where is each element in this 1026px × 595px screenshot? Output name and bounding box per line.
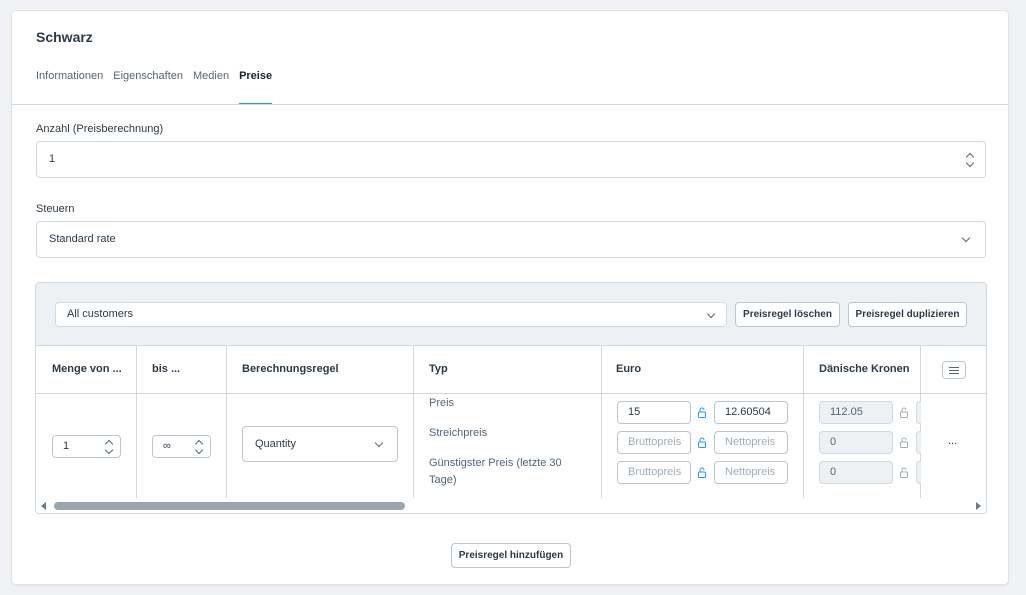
header-quantity-from[interactable]: Menge von ...: [52, 363, 122, 375]
header-euro[interactable]: Euro: [616, 363, 641, 375]
quantity-from-stepper[interactable]: 1: [52, 435, 121, 458]
rule-select-value: All customers: [67, 308, 134, 320]
stepper-arrows-icon[interactable]: [194, 438, 204, 456]
header-calc-rule[interactable]: Berechnungsregel: [242, 363, 339, 375]
more-actions-icon[interactable]: ...: [948, 435, 957, 447]
grid-header-row: Menge von ... bis ... Berechnungsregel T…: [36, 346, 986, 394]
lock-icon[interactable]: [698, 437, 706, 448]
tab-eigenschaften[interactable]: Eigenschaften: [113, 69, 183, 105]
dkk-lowest-gross-input: 0: [819, 461, 893, 484]
tax-select-value: Standard rate: [49, 233, 116, 245]
quantity-field[interactable]: 1: [36, 141, 986, 178]
euro-price-net-input[interactable]: 12.60504: [714, 401, 788, 424]
tab-bar: Informationen Eigenschaften Medien Preis…: [36, 69, 282, 105]
scroll-left-icon[interactable]: [41, 502, 46, 510]
delete-rule-button[interactable]: Preisregel löschen: [735, 302, 840, 327]
price-rule-header: All customers Preisregel löschen Preisre…: [36, 283, 986, 346]
quantity-field-label: Anzahl (Preisberechnung): [36, 123, 164, 135]
add-price-rule-button[interactable]: Preisregel hinzufügen: [451, 543, 571, 568]
chevron-down-icon: [374, 438, 384, 448]
duplicate-rule-button[interactable]: Preisregel duplizieren: [848, 302, 967, 327]
header-quantity-to[interactable]: bis ...: [152, 363, 180, 375]
euro-price-gross-input[interactable]: 15: [617, 401, 691, 424]
chevron-down-icon: [961, 233, 971, 243]
tax-field-label: Steuern: [36, 203, 75, 215]
lock-icon[interactable]: [698, 407, 706, 418]
euro-lowest-gross-input[interactable]: Bruttopreis: [617, 461, 691, 484]
lock-icon: [900, 467, 908, 478]
type-list-price-label: Streichpreis: [429, 427, 488, 439]
tax-select[interactable]: Standard rate: [36, 221, 986, 258]
scrollbar-thumb[interactable]: [54, 502, 405, 510]
product-card: Schwarz Informationen Eigenschaften Medi…: [11, 10, 1009, 585]
lock-icon[interactable]: [698, 467, 706, 478]
scroll-right-icon[interactable]: [976, 502, 981, 510]
quantity-to-stepper[interactable]: ∞: [152, 435, 211, 458]
tab-preise[interactable]: Preise: [239, 69, 273, 105]
quantity-to-value: ∞: [163, 440, 171, 452]
header-type[interactable]: Typ: [429, 363, 448, 375]
price-rule-panel: All customers Preisregel löschen Preisre…: [35, 282, 987, 514]
stepper-arrows-icon[interactable]: [965, 151, 975, 169]
calc-rule-select[interactable]: Quantity: [242, 426, 398, 462]
tab-divider: [12, 104, 1008, 105]
lock-icon: [900, 437, 908, 448]
type-price-label: Preis: [429, 397, 455, 409]
euro-list-gross-input[interactable]: Bruttopreis: [617, 431, 691, 454]
tab-informationen[interactable]: Informationen: [36, 69, 103, 105]
calc-rule-value: Quantity: [255, 438, 296, 450]
type-lowest-price-label: Günstigster Preis (letzte 30 Tage): [429, 457, 562, 486]
header-dkk[interactable]: Dänische Kronen: [819, 363, 909, 375]
horizontal-scrollbar[interactable]: [36, 498, 986, 513]
chevron-down-icon: [706, 309, 716, 319]
dkk-list-gross-input: 0: [819, 431, 893, 454]
euro-lowest-net-input[interactable]: Nettopreis: [714, 461, 788, 484]
quantity-from-value: 1: [63, 440, 70, 452]
column-settings-icon[interactable]: [942, 361, 966, 379]
price-grid: Menge von ... bis ... Berechnungsregel T…: [36, 346, 986, 498]
page-title: Schwarz: [36, 29, 93, 45]
quantity-field-value: 1: [49, 153, 56, 165]
lock-icon: [900, 407, 908, 418]
dkk-price-gross-input: 112.05: [819, 401, 893, 424]
tab-medien[interactable]: Medien: [193, 69, 229, 105]
euro-list-net-input[interactable]: Nettopreis: [714, 431, 788, 454]
stepper-arrows-icon[interactable]: [104, 438, 114, 456]
rule-select[interactable]: All customers: [55, 302, 727, 327]
